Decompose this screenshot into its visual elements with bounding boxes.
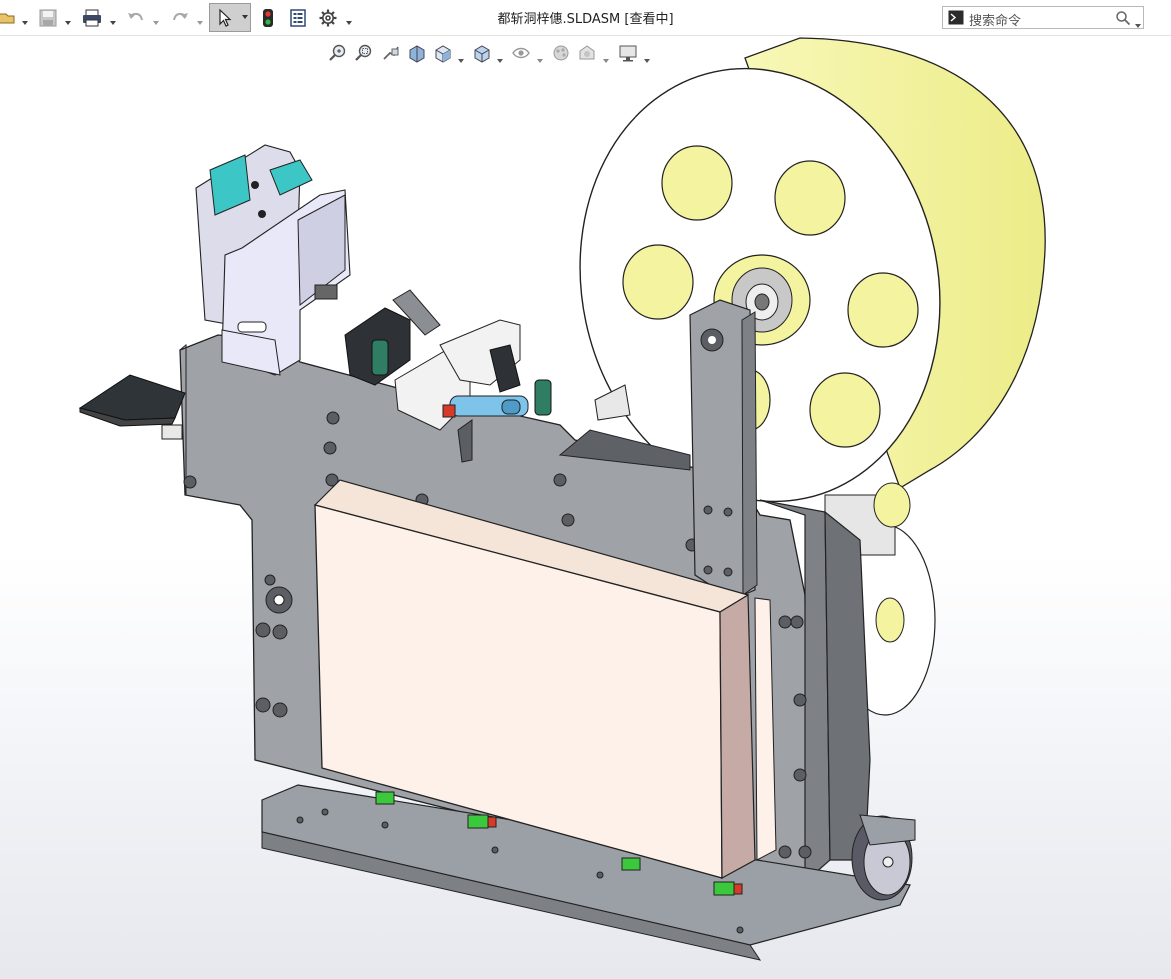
apply-scene-icon[interactable] <box>577 43 597 63</box>
display-style-caret-icon[interactable] <box>496 50 504 63</box>
previous-view-icon[interactable] <box>381 43 401 63</box>
select-dropdown-caret-icon <box>241 13 249 21</box>
zoom-to-fit-icon[interactable] <box>328 43 348 63</box>
rail-block-red <box>733 883 743 895</box>
rail-block-green <box>713 881 735 896</box>
vertical-arm <box>689 299 758 596</box>
search-commands-box[interactable]: 搜索命令 <box>942 6 1144 29</box>
options-dropdown-caret-icon[interactable] <box>345 12 353 25</box>
section-view-icon[interactable] <box>407 43 427 63</box>
select-arrow-icon <box>216 8 234 28</box>
rail-block-green <box>621 857 641 871</box>
save-icon[interactable] <box>36 5 60 31</box>
reel-hole <box>774 160 846 236</box>
rebuild-traffic-light-icon[interactable] <box>258 5 278 31</box>
graphics-area[interactable] <box>0 36 1171 979</box>
rail-block-green <box>467 814 489 829</box>
apply-scene-caret-icon[interactable] <box>602 50 610 63</box>
display-style-icon[interactable] <box>472 43 492 63</box>
view-orientation-icon[interactable] <box>433 43 453 63</box>
undo-icon[interactable] <box>124 5 148 31</box>
file-properties-icon[interactable] <box>286 5 310 31</box>
options-gear-icon[interactable] <box>316 5 340 31</box>
command-prompt-icon <box>948 10 964 29</box>
search-input-placeholder[interactable]: 搜索命令 <box>969 10 1021 29</box>
save-dropdown-caret-icon[interactable] <box>64 12 72 25</box>
open-icon[interactable] <box>0 5 18 31</box>
reel-hole <box>847 272 919 348</box>
edit-appearance-icon[interactable] <box>551 43 571 63</box>
heads-up-view-toolbar <box>0 36 1171 70</box>
open-dropdown-caret-icon[interactable] <box>21 12 29 25</box>
search-icon[interactable] <box>1115 10 1131 30</box>
title-bar: 都斩洞梓僡.SLDASM [查看中] 搜索命令 <box>0 0 1171 36</box>
redo-icon[interactable] <box>168 5 192 31</box>
tape-tongue <box>78 374 186 440</box>
hide-show-caret-icon[interactable] <box>536 50 544 63</box>
hide-show-items-icon[interactable] <box>511 43 531 63</box>
view-orientation-caret-icon[interactable] <box>457 50 465 63</box>
select-tool-button[interactable] <box>209 3 251 32</box>
rail-block-green <box>375 791 395 805</box>
reel-hole <box>622 244 694 320</box>
assembly-model-view[interactable] <box>0 36 1171 979</box>
view-settings-icon[interactable] <box>618 43 638 63</box>
rail-block-red <box>487 816 497 828</box>
reel-hole <box>809 372 881 448</box>
reel-hole <box>661 145 733 221</box>
search-dropdown-caret-icon[interactable] <box>1134 15 1142 34</box>
zoom-to-area-icon[interactable] <box>354 43 374 63</box>
redo-dropdown-caret-icon[interactable] <box>196 12 204 25</box>
print-icon[interactable] <box>79 5 105 31</box>
view-settings-caret-icon[interactable] <box>643 50 651 63</box>
print-dropdown-caret-icon[interactable] <box>109 12 117 25</box>
undo-dropdown-caret-icon[interactable] <box>152 12 160 25</box>
